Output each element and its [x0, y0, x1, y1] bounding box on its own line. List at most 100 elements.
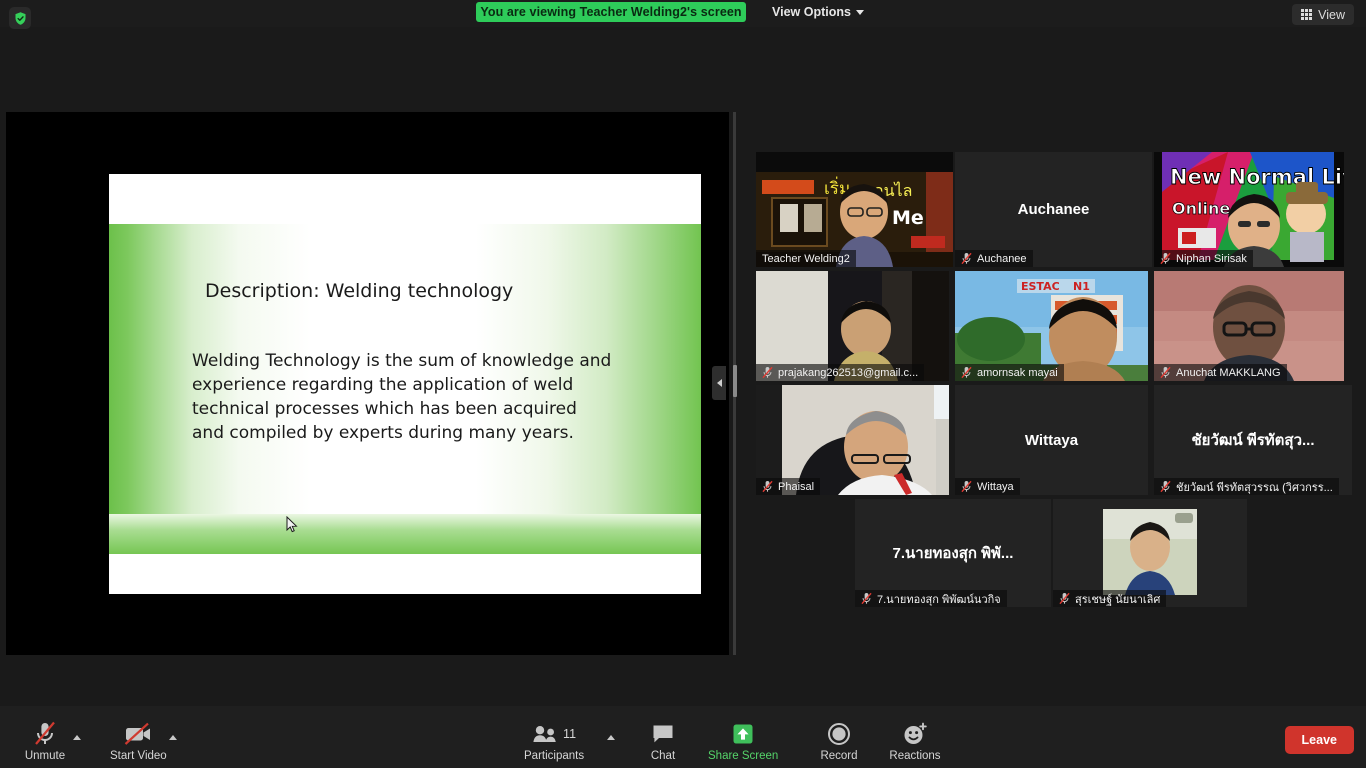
- participant-tile[interactable]: Phaisal: [756, 385, 949, 495]
- mic-off-icon: [1059, 592, 1070, 605]
- participant-namebar: Teacher Welding2: [756, 250, 856, 267]
- unmute-button[interactable]: Unmute: [18, 721, 72, 762]
- chevron-up-icon: [169, 735, 177, 740]
- start-video-label: Start Video: [110, 750, 167, 762]
- view-button-label: View: [1318, 8, 1345, 22]
- video-options-caret[interactable]: [166, 735, 180, 740]
- record-label: Record: [820, 750, 857, 762]
- participant-tile[interactable]: 7.นายทองสุก พิพั... 7.นายทองสุก พิพัฒน์น…: [855, 499, 1051, 607]
- mic-off-icon: [762, 366, 773, 379]
- participants-button[interactable]: 11 Participants: [524, 721, 584, 762]
- people-icon: 11: [532, 721, 576, 747]
- participant-name: Wittaya: [977, 481, 1014, 493]
- chevron-down-icon: [856, 10, 864, 15]
- participants-count: 11: [563, 727, 576, 741]
- participant-name: Anuchat MAKKLANG: [1176, 367, 1281, 379]
- participant-name: Phaisal: [778, 481, 814, 493]
- start-video-button[interactable]: Start Video: [110, 721, 167, 762]
- participant-name: Niphan Sirisak: [1176, 253, 1247, 265]
- share-up-arrow-icon: [730, 721, 756, 747]
- zoom-meeting-window: You are viewing Teacher Welding2's scree…: [0, 0, 1366, 768]
- slide-title: Description: Welding technology: [205, 280, 665, 302]
- chat-bubble-icon: [651, 721, 675, 747]
- meeting-toolbar: Unmute Start Video: [0, 706, 1366, 768]
- grid-icon: [1301, 9, 1312, 20]
- shared-screen-stage[interactable]: Description: Welding technology Welding …: [6, 112, 729, 655]
- mic-off-icon: [1160, 480, 1171, 493]
- view-layout-button[interactable]: View: [1292, 4, 1354, 25]
- view-options-label: View Options: [772, 5, 851, 19]
- mic-off-icon: [1160, 366, 1171, 379]
- chevron-up-icon: [73, 735, 81, 740]
- collapse-panel-button[interactable]: [712, 366, 726, 400]
- reactions-label: Reactions: [889, 750, 940, 762]
- viewing-screen-text: You are viewing Teacher Welding2's scree…: [480, 5, 741, 19]
- mic-off-icon: [762, 480, 773, 493]
- participants-options-caret[interactable]: [604, 735, 618, 740]
- leave-meeting-button[interactable]: Leave: [1285, 726, 1354, 754]
- smiley-plus-icon: [902, 721, 928, 747]
- svg-text:Me: Me: [892, 207, 924, 229]
- top-bar: You are viewing Teacher Welding2's scree…: [0, 0, 1366, 27]
- participant-namebar: Wittaya: [955, 478, 1020, 495]
- participant-name: สุรเชษฐ์ นัยนาเลิศ: [1075, 590, 1160, 608]
- chat-button[interactable]: Chat: [636, 721, 690, 762]
- audio-options-caret[interactable]: [70, 735, 84, 740]
- video-feed: [1103, 509, 1197, 595]
- mic-off-icon: [961, 480, 972, 493]
- participant-tile[interactable]: สุรเชษฐ์ นัยนาเลิศ: [1053, 499, 1247, 607]
- record-circle-icon: [827, 721, 851, 747]
- participant-gallery: เริ่ม อนไล Me Teacher Welding2: [756, 152, 1356, 612]
- view-options-button[interactable]: View Options: [766, 2, 870, 22]
- share-screen-button[interactable]: Share Screen: [708, 721, 778, 762]
- chevron-up-icon: [607, 735, 615, 740]
- participant-name: prajakang262513@gmail.c...: [778, 367, 918, 379]
- participant-tile[interactable]: Anuchat MAKKLANG: [1154, 271, 1344, 381]
- participant-namebar: 7.นายทองสุก พิพัฒน์นวกิจ: [855, 590, 1007, 607]
- record-button[interactable]: Record: [812, 721, 866, 762]
- participant-namebar: Anuchat MAKKLANG: [1154, 364, 1287, 381]
- shield-check-icon[interactable]: [9, 7, 31, 29]
- slide-body-text: Welding Technology is the sum of knowled…: [192, 349, 612, 446]
- mic-off-icon: [961, 366, 972, 379]
- participant-name: Auchanee: [977, 253, 1027, 265]
- share-screen-label: Share Screen: [708, 750, 778, 762]
- participant-tile[interactable]: prajakang262513@gmail.c...: [756, 271, 949, 381]
- participant-namebar: amornsak mayai: [955, 364, 1064, 381]
- participant-namebar: สุรเชษฐ์ นัยนาเลิศ: [1053, 590, 1166, 607]
- participant-namebar: Niphan Sirisak: [1154, 250, 1253, 267]
- participant-tile[interactable]: New Normal Liv Online w: [1154, 152, 1344, 267]
- mic-off-icon: [961, 252, 972, 265]
- participant-namebar: Auchanee: [955, 250, 1033, 267]
- slide-green-bottom-band: [109, 514, 701, 554]
- chat-label: Chat: [651, 750, 675, 762]
- mouse-pointer-icon: [286, 516, 298, 534]
- participant-tile[interactable]: Wittaya Wittaya: [955, 385, 1148, 495]
- unmute-label: Unmute: [25, 750, 65, 762]
- reactions-button[interactable]: Reactions: [888, 721, 942, 762]
- presentation-slide: Description: Welding technology Welding …: [109, 174, 701, 594]
- participant-name: Teacher Welding2: [762, 253, 850, 265]
- svg-text:N1: N1: [1073, 280, 1090, 293]
- participant-name: amornsak mayai: [977, 367, 1058, 379]
- video-off-icon: [123, 721, 153, 747]
- svg-text:ESTAC: ESTAC: [1021, 280, 1060, 293]
- mic-off-icon: [33, 721, 57, 747]
- participant-namebar: prajakang262513@gmail.c...: [756, 364, 924, 381]
- viewing-screen-banner: You are viewing Teacher Welding2's scree…: [476, 2, 746, 22]
- participant-tile[interactable]: ESTAC N1: [955, 271, 1148, 381]
- chevron-left-icon: [717, 379, 722, 387]
- mic-off-icon: [1160, 252, 1171, 265]
- participants-label: Participants: [524, 750, 584, 762]
- slide-top-band: [109, 174, 701, 224]
- mic-off-icon: [861, 592, 872, 605]
- participant-tile[interactable]: Auchanee Auchanee: [955, 152, 1152, 267]
- participant-tile[interactable]: ชัยวัฒน์ พีรทัตสุว... ชัยวัฒน์ พีรทัตสุว…: [1154, 385, 1352, 495]
- participant-namebar: ชัยวัฒน์ พีรทัตสุวรรณ (วิศวกรร...: [1154, 478, 1339, 495]
- participant-name: ชัยวัฒน์ พีรทัตสุวรรณ (วิศวกรร...: [1176, 478, 1333, 496]
- participant-tile[interactable]: เริ่ม อนไล Me Teacher Welding2: [756, 152, 953, 267]
- divider-drag-handle[interactable]: [733, 365, 737, 397]
- participant-namebar: Phaisal: [756, 478, 820, 495]
- leave-label: Leave: [1302, 733, 1337, 747]
- participant-name: 7.นายทองสุก พิพัฒน์นวกิจ: [877, 590, 1001, 608]
